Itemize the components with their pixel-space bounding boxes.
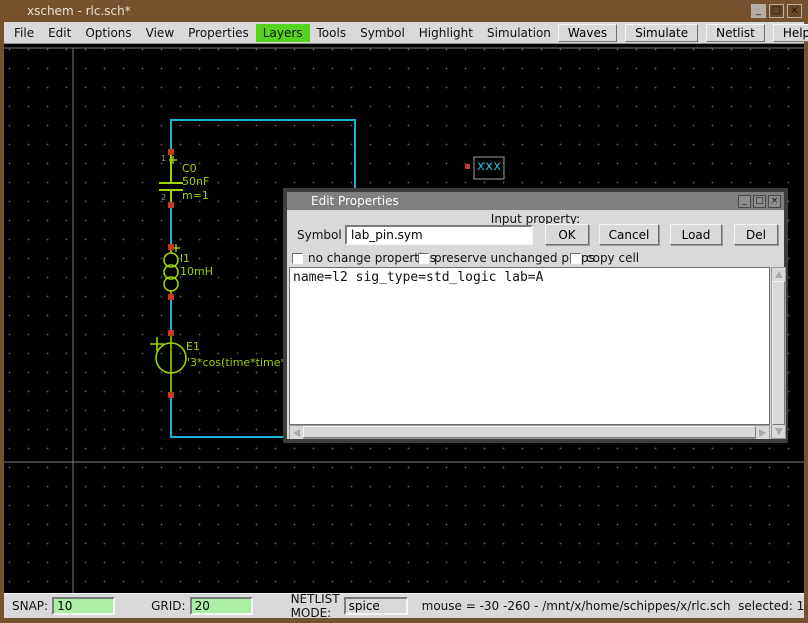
symbol-label: Symbol <box>297 228 342 242</box>
cancel-button[interactable]: Cancel <box>599 224 659 245</box>
capacitor-pin2-number: 2 <box>161 194 166 202</box>
snap-label: SNAP: <box>12 599 48 613</box>
preserve-unchanged-props-checkbox[interactable] <box>418 253 429 264</box>
menu-file[interactable]: File <box>7 24 41 42</box>
ok-button[interactable]: OK <box>545 224 589 245</box>
snap-input[interactable] <box>52 597 115 615</box>
edit-properties-dialog: Edit Properties _ □ × Input property: Sy… <box>283 188 788 443</box>
vertical-scrollbar[interactable] <box>771 267 786 439</box>
capacitor-value-label[interactable]: 50nF <box>182 176 209 187</box>
scroll-left-icon[interactable] <box>290 426 303 439</box>
copy-cell-label: copy cell <box>586 251 639 265</box>
menu-options[interactable]: Options <box>78 24 138 42</box>
load-button[interactable]: Load <box>670 224 722 245</box>
menu-bar: File Edit Options View Properties Layers… <box>4 22 804 44</box>
netlist-mode-label: NETLIST MODE: <box>291 592 340 620</box>
no-change-properties-checkbox[interactable] <box>292 253 303 264</box>
status-bar: SNAP: GRID: NETLIST MODE: mouse = -30 -2… <box>4 593 804 618</box>
menu-simulation[interactable]: Simulation <box>480 24 558 42</box>
dialog-close-icon[interactable]: × <box>768 195 781 208</box>
menu-edit[interactable]: Edit <box>41 24 78 42</box>
dialog-title: Edit Properties <box>311 194 399 208</box>
grid-label: GRID: <box>151 599 185 613</box>
no-change-properties-label: no change properties <box>308 251 436 265</box>
scroll-right-icon[interactable] <box>756 426 769 439</box>
source-name-label[interactable]: E1 <box>186 341 200 352</box>
scroll-up-icon[interactable] <box>772 268 785 281</box>
netlist-mode-input[interactable] <box>344 597 408 615</box>
window-titlebar[interactable]: xschem - rlc.sch* _ □ × <box>0 0 808 22</box>
symbol-input[interactable] <box>345 225 533 245</box>
minimize-icon[interactable]: _ <box>751 4 766 18</box>
window-controls: _ □ × <box>751 4 802 18</box>
window-title: xschem - rlc.sch* <box>27 4 131 18</box>
source-symbol[interactable] <box>150 336 186 392</box>
no-change-properties-option: no change properties <box>292 251 436 265</box>
dialog-body: Input property: Symbol OK Cancel Load De… <box>287 210 784 439</box>
copy-cell-checkbox[interactable] <box>570 253 581 264</box>
capacitor-pin1-number: 1 <box>161 155 166 163</box>
netlist-button[interactable]: Netlist <box>706 24 765 42</box>
menu-highlight[interactable]: Highlight <box>412 24 480 42</box>
plus-mark-icon <box>150 337 164 351</box>
mouse-status-text: mouse = -30 -260 - /mnt/x/home/schippes/… <box>422 599 805 613</box>
properties-text-editor[interactable]: name=l2 sig_type=std_logic lab=A <box>289 267 770 425</box>
menu-symbol[interactable]: Symbol <box>353 24 412 42</box>
inductor-symbol[interactable] <box>164 244 180 294</box>
simulate-button[interactable]: Simulate <box>625 24 698 42</box>
maximize-icon[interactable]: □ <box>769 4 784 18</box>
menu-layers[interactable]: Layers <box>256 24 310 42</box>
waves-button[interactable]: Waves <box>558 24 617 42</box>
xschem-window: xschem - rlc.sch* _ □ × File Edit Option… <box>0 0 808 623</box>
inductor-value-label[interactable]: 10mH <box>180 266 213 277</box>
dialog-minimize-icon[interactable]: _ <box>738 195 751 208</box>
vertical-scrollbar-thumb[interactable] <box>772 281 785 425</box>
horizontal-scrollbar[interactable] <box>289 425 770 439</box>
help-button[interactable]: Help <box>773 24 808 42</box>
menu-view[interactable]: View <box>139 24 181 42</box>
net-label-pin <box>465 164 470 169</box>
dialog-maximize-icon[interactable]: □ <box>753 195 766 208</box>
preserve-unchanged-props-option: preserve unchanged props <box>418 251 595 265</box>
copy-cell-option: copy cell <box>570 251 639 265</box>
net-label-text[interactable]: xxx <box>477 160 502 174</box>
horizontal-scrollbar-thumb[interactable] <box>303 426 756 438</box>
inductor-name-label[interactable]: l1 <box>180 253 190 264</box>
menu-properties[interactable]: Properties <box>181 24 256 42</box>
menu-action-buttons: Waves Simulate Netlist Help <box>558 24 808 42</box>
dialog-titlebar[interactable]: Edit Properties _ □ × <box>287 192 784 210</box>
dialog-controls: _ □ × <box>738 195 781 208</box>
capacitor-name-label[interactable]: C0 <box>182 163 197 174</box>
menu-tools[interactable]: Tools <box>310 24 354 42</box>
scroll-down-icon[interactable] <box>772 425 785 438</box>
del-button[interactable]: Del <box>734 224 778 245</box>
close-icon[interactable]: × <box>787 4 802 18</box>
capacitor-param-label[interactable]: m=1 <box>182 190 209 201</box>
grid-input[interactable] <box>190 597 253 615</box>
